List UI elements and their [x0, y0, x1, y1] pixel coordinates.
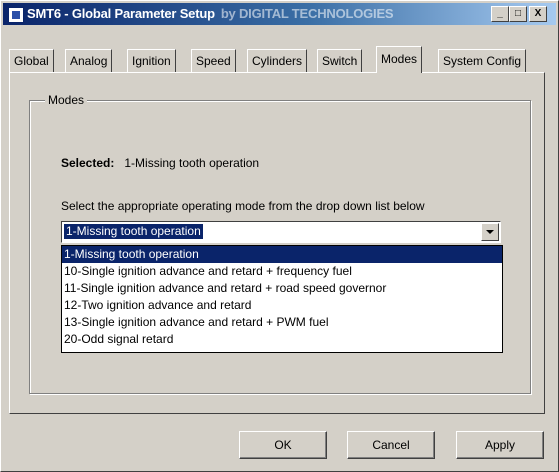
title-bar[interactable]: SMT6 - Global Parameter Setup by DIGITAL … [3, 3, 556, 25]
window-title-text: SMT6 - Global Parameter Setup [27, 6, 215, 21]
dropdown-option[interactable]: 11-Single ignition advance and retard + … [62, 280, 502, 297]
selected-label: Selected: [61, 156, 115, 170]
selected-value: 1-Missing tooth operation [124, 156, 260, 170]
tab-analog[interactable]: Analog [65, 49, 113, 72]
cancel-button[interactable]: Cancel [347, 431, 435, 459]
instruction-text: Select the appropriate operating mode fr… [61, 199, 425, 213]
mode-dropdown-list: 1-Missing tooth operation 10-Single igni… [61, 245, 503, 353]
modes-group-title: Modes [45, 93, 88, 107]
tab-modes[interactable]: Modes [376, 46, 423, 73]
tab-cylinders[interactable]: Cylinders [247, 49, 308, 72]
chevron-down-icon[interactable] [481, 223, 499, 241]
dialog-window: SMT6 - Global Parameter Setup by DIGITAL … [0, 0, 559, 472]
tab-global[interactable]: Global [9, 49, 54, 72]
minimize-button[interactable]: _ [491, 6, 509, 22]
dropdown-option[interactable]: 10-Single ignition advance and retard + … [62, 263, 502, 280]
apply-button[interactable]: Apply [456, 431, 544, 459]
dropdown-option[interactable]: 20-Odd signal retard [62, 331, 502, 348]
dropdown-option[interactable]: 12-Two ignition advance and retard [62, 297, 502, 314]
selected-mode-row: Selected: 1-Missing tooth operation [61, 156, 259, 170]
window-title: SMT6 - Global Parameter Setup by DIGITAL … [27, 6, 394, 21]
app-icon [8, 7, 24, 23]
mode-combobox[interactable]: 1-Missing tooth operation [61, 221, 501, 243]
close-button[interactable]: X [529, 6, 547, 22]
dropdown-option[interactable]: 1-Missing tooth operation [62, 246, 502, 263]
maximize-button[interactable]: □ [509, 6, 527, 22]
tab-ignition[interactable]: Ignition [127, 49, 176, 72]
window-brand-text: by DIGITAL TECHNOLOGIES [220, 6, 394, 21]
dropdown-option[interactable]: 13-Single ignition advance and retard + … [62, 314, 502, 331]
ok-button[interactable]: OK [239, 431, 327, 459]
combo-value: 1-Missing tooth operation [64, 224, 203, 239]
tab-system-config[interactable]: System Config [438, 49, 527, 72]
tab-speed[interactable]: Speed [191, 49, 236, 72]
tab-switch[interactable]: Switch [317, 49, 363, 72]
